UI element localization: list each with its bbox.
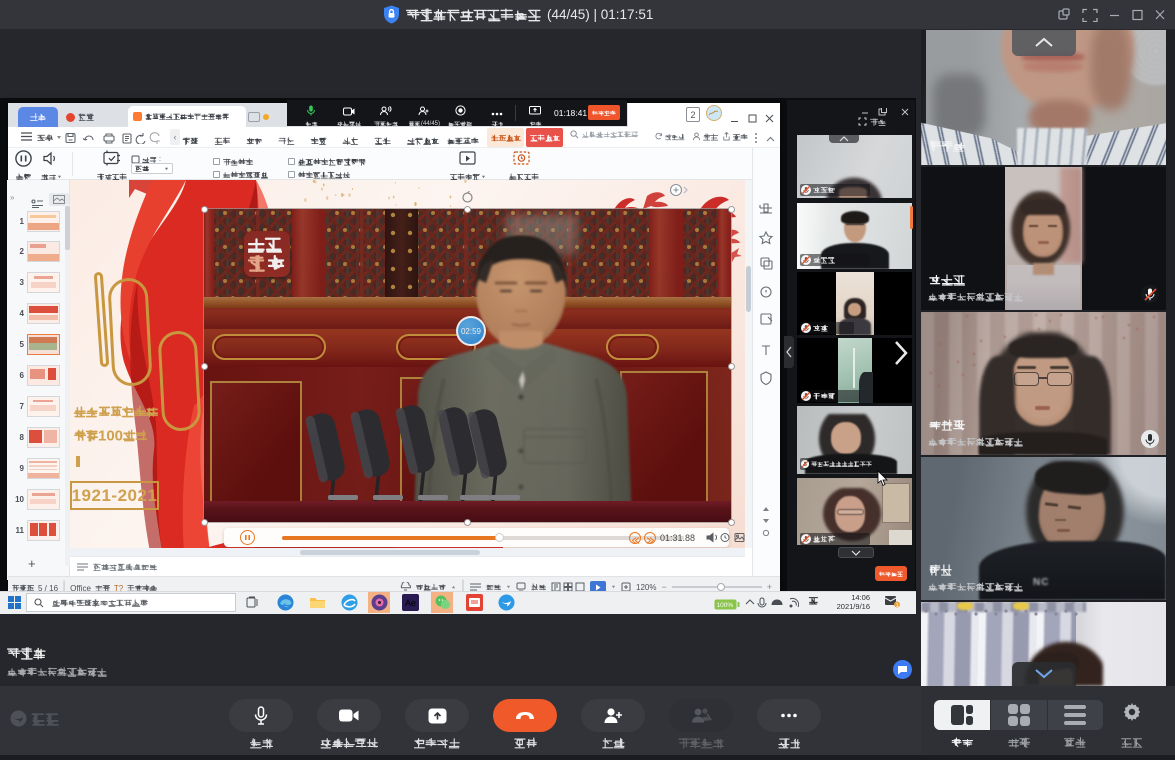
svg-text:Ae: Ae	[405, 598, 416, 608]
svg-text:1: 1	[896, 603, 899, 609]
svg-text:100%: 100%	[717, 602, 734, 609]
